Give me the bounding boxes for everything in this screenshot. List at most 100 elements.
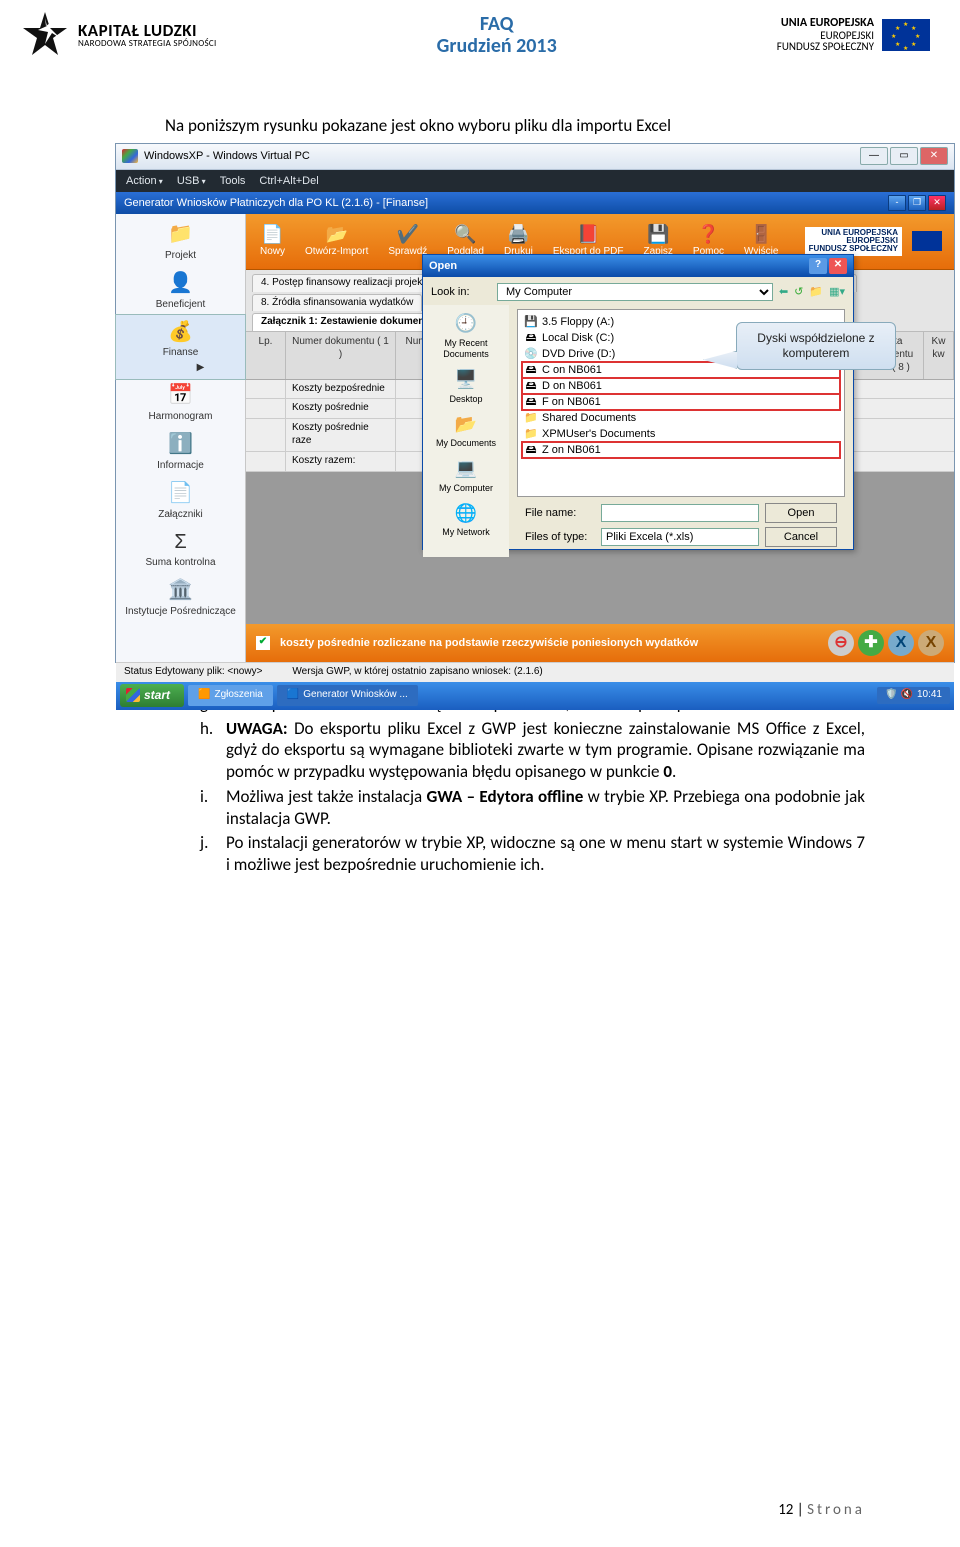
- page-footer: 12 | Strona: [778, 1501, 865, 1519]
- place-mydocs[interactable]: 📂My Documents: [436, 411, 496, 450]
- places-bar: 🕘My Recent Documents 🖥️Desktop 📂My Docum…: [423, 305, 509, 557]
- content: Na poniższym rysunku pokazane jest okno …: [0, 60, 960, 876]
- minimize-button[interactable]: —: [860, 147, 888, 165]
- tb-nowy[interactable]: 📄Nowy: [252, 221, 293, 261]
- nav-zalaczniki[interactable]: 📄Załączniki: [116, 477, 245, 526]
- kl-text: KAPITAŁ LUDZKI NARODOWA STRATEGIA SPÓJNO…: [78, 22, 217, 48]
- eu-text: UNIA EUROPEJSKA EUROPEJSKI FUNDUSZ SPOŁE…: [777, 17, 874, 53]
- page-number: 12: [778, 1501, 793, 1519]
- filename-field[interactable]: [601, 504, 759, 522]
- open-dialog: Open ? ✕ Look in: My Computer ⬅ ↺ 📁 ▦▾: [422, 254, 854, 550]
- nav-harmonogram[interactable]: 📅Harmonogram: [116, 379, 245, 428]
- logo-kapital-ludzki: KAPITAŁ LUDZKI NARODOWA STRATEGIA SPÓJNO…: [20, 10, 217, 60]
- dialog-toolbar: ⬅ ↺ 📁 ▦▾: [779, 285, 845, 299]
- list-item[interactable]: 📁Shared Documents: [522, 410, 840, 426]
- vpc-title-text: WindowsXP - Windows Virtual PC: [144, 149, 310, 163]
- nav-suma[interactable]: ΣSuma kontrolna: [116, 525, 245, 574]
- maximize-button[interactable]: ▭: [890, 147, 918, 165]
- list-item-j: j. Po instalacji generatorów w trybie XP…: [200, 832, 865, 876]
- lookin-row: Look in: My Computer ⬅ ↺ 📁 ▦▾: [431, 283, 845, 301]
- status-bar: Status Edytowany plik: <nowy> Wersja GWP…: [116, 662, 954, 682]
- page-header: KAPITAŁ LUDZKI NARODOWA STRATEGIA SPÓJNO…: [0, 0, 960, 60]
- nav-finanse[interactable]: 💰Finanse▶: [116, 315, 245, 379]
- eu-line3: FUNDUSZ SPOŁECZNY: [777, 41, 874, 53]
- start-button[interactable]: start: [120, 684, 184, 707]
- place-mynet[interactable]: 🌐My Network: [442, 500, 490, 539]
- taskbar-item[interactable]: 🟧 Zgłoszenia: [188, 685, 273, 706]
- place-mycomp[interactable]: 💻My Computer: [439, 456, 493, 495]
- dialog-close-button[interactable]: ✕: [829, 258, 847, 274]
- taskbar: start 🟧 Zgłoszenia 🟦 Generator Wniosków …: [116, 682, 954, 710]
- views-icon[interactable]: ▦▾: [829, 285, 845, 299]
- doc-title: FAQ Grudzień 2013: [437, 13, 557, 57]
- lookin-label: Look in:: [431, 285, 491, 299]
- nav-informacje[interactable]: ℹ️Informacje: [116, 428, 245, 477]
- checkbar: ✔ koszty pośrednie rozliczane na podstaw…: [246, 624, 954, 662]
- page-word: Strona: [807, 1501, 865, 1519]
- toolbar-eu: UNIA EUROPEJSKA EUROPEJSKI FUNDUSZ SPOŁE…: [805, 227, 948, 256]
- filename-label: File name:: [525, 506, 595, 520]
- menu-usb[interactable]: USB: [177, 174, 206, 188]
- nav-instytucje[interactable]: 🏛️Instytucje Pośredniczące: [116, 574, 245, 623]
- place-recent[interactable]: 🕘My Recent Documents: [423, 311, 509, 361]
- app-title: Generator Wniosków Płatniczych dla PO KL…: [124, 196, 428, 210]
- title-line1: FAQ: [437, 13, 557, 35]
- lookin-select[interactable]: My Computer: [497, 283, 773, 301]
- status-version: Wersja GWP, w której ostatnio zapisano w…: [292, 666, 542, 679]
- close-button[interactable]: ✕: [920, 147, 948, 165]
- status-file: Status Edytowany plik: <nowy>: [124, 666, 262, 679]
- back-icon[interactable]: ⬅: [779, 285, 788, 299]
- kl-star-icon: [20, 10, 70, 60]
- eu-flag-icon: ★ ★ ★ ★ ★ ★ ★ ★: [882, 19, 930, 51]
- callout: Dyski współdzielone z komputerem: [736, 322, 896, 371]
- filetype-field[interactable]: Pliki Excela (*.xls): [601, 528, 759, 546]
- menu-cad[interactable]: Ctrl+Alt+Del: [259, 174, 318, 188]
- list-item[interactable]: 📁XPMUser's Documents: [522, 426, 840, 442]
- newfolder-icon[interactable]: 📁: [809, 285, 823, 299]
- windows-icon: [122, 149, 138, 163]
- list-item-shared-f[interactable]: 🖴F on NB061: [522, 394, 840, 410]
- app-minimize-button[interactable]: -: [888, 195, 906, 211]
- menu-tools[interactable]: Tools: [220, 174, 246, 188]
- screenshot: WindowsXP - Windows Virtual PC — ▭ ✕ Act…: [115, 143, 955, 663]
- dialog-titlebar: Open ? ✕: [423, 255, 853, 277]
- tab-4[interactable]: 4. Postęp finansowy realizacji projektu: [252, 274, 440, 292]
- dialog-bottom: File name: Open Files of type: Pliki Exc…: [517, 497, 845, 553]
- app-close-button[interactable]: ✕: [928, 195, 946, 211]
- vpc-menubar: Action USB Tools Ctrl+Alt+Del: [116, 170, 954, 192]
- left-nav: 📁Projekt 👤Beneficjent 💰Finanse▶ 📅Harmono…: [116, 214, 246, 662]
- eu-flag-small-icon: [912, 231, 942, 251]
- intro-text: Na poniższym rysunku pokazane jest okno …: [165, 115, 865, 137]
- menu-action[interactable]: Action: [126, 174, 163, 188]
- callout-text: Dyski współdzielone z komputerem: [757, 331, 874, 360]
- system-tray: 🛡️ 🔇 10:41: [877, 687, 950, 704]
- checkbar-text: koszty pośrednie rozliczane na podstawie…: [280, 636, 698, 650]
- list-item-h: h. UWAGA: Do eksportu pliku Excel z GWP …: [200, 718, 865, 783]
- logo-eu: UNIA EUROPEJSKA EUROPEJSKI FUNDUSZ SPOŁE…: [777, 17, 930, 53]
- nav-projekt[interactable]: 📁Projekt: [116, 218, 245, 267]
- cancel-button[interactable]: Cancel: [765, 527, 837, 547]
- dialog-help-button[interactable]: ?: [809, 258, 827, 274]
- eu-line1: UNIA EUROPEJSKA: [777, 17, 874, 30]
- title-line2: Grudzień 2013: [437, 35, 557, 57]
- place-desktop[interactable]: 🖥️Desktop: [449, 367, 482, 406]
- list-item-shared-z[interactable]: 🖴Z on NB061: [522, 442, 840, 458]
- dialog-title: Open: [429, 259, 457, 273]
- remove-button[interactable]: ⊖: [828, 630, 854, 656]
- excel-export-button[interactable]: X: [918, 630, 944, 656]
- nav-beneficjent[interactable]: 👤Beneficjent: [116, 267, 245, 316]
- kl-subtitle: NARODOWA STRATEGIA SPÓJNOŚCI: [78, 39, 217, 48]
- tab-8[interactable]: 8. Źródła sfinansowania wydatków: [252, 294, 422, 312]
- list-item-shared-d[interactable]: 🖴D on NB061: [522, 378, 840, 394]
- window-buttons: — ▭ ✕: [860, 147, 948, 165]
- add-button[interactable]: ✚: [858, 630, 884, 656]
- excel-import-button[interactable]: X: [888, 630, 914, 656]
- app-restore-button[interactable]: ❐: [908, 195, 926, 211]
- up-icon[interactable]: ↺: [794, 285, 803, 299]
- app-titlebar: Generator Wniosków Płatniczych dla PO KL…: [116, 192, 954, 214]
- checkbox-icon[interactable]: ✔: [256, 636, 270, 650]
- taskbar-item[interactable]: 🟦 Generator Wniosków ...: [277, 685, 418, 706]
- filetype-label: Files of type:: [525, 530, 595, 544]
- tb-otworz[interactable]: 📂Otwórz-Import: [297, 221, 376, 261]
- open-button[interactable]: Open: [765, 503, 837, 523]
